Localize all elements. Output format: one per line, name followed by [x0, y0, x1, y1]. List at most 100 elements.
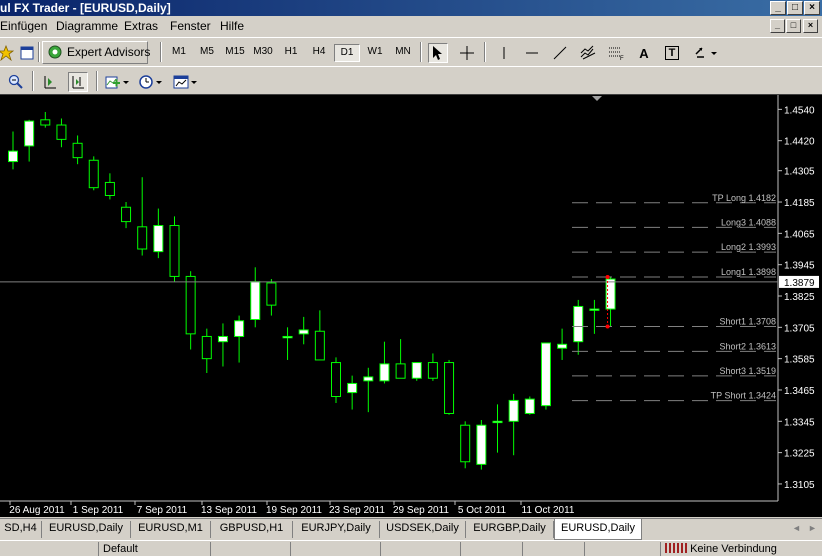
candle-body: [427, 362, 438, 379]
timeframe-m15-button[interactable]: M15: [222, 44, 248, 62]
window-title: ul FX Trader - [EURUSD,Daily]: [0, 1, 171, 15]
candlestick-chart[interactable]: 1.4540 1.4420 1.4305 1.4185 1.4065 1.3945 1.38…: [0, 95, 822, 517]
timeframe-m5-button[interactable]: M5: [194, 44, 220, 62]
entry-marker-dot: [605, 274, 610, 279]
vertical-line-icon[interactable]: [494, 43, 514, 63]
mdi-minimize-button[interactable]: _: [770, 19, 785, 33]
periods-dropdown-icon[interactable]: [138, 72, 166, 92]
candle-body: [121, 206, 132, 223]
time-tick-label: 1 Sep 2011: [73, 505, 124, 516]
candle-body: [56, 124, 67, 140]
candle-body: [266, 282, 277, 306]
candle-body: [298, 329, 309, 335]
candle-body: [104, 181, 115, 196]
timeframe-m30-button[interactable]: M30: [250, 44, 276, 62]
time-tick-label: 7 Sep 2011: [137, 505, 188, 516]
level-label: Short3 1.3519: [719, 366, 776, 376]
tab-usdsek-daily[interactable]: USDSEK,Daily: [380, 521, 466, 538]
time-tick-label: 26 Aug 2011: [9, 505, 65, 516]
title-bar: ul FX Trader - [EURUSD,Daily] _ □ ×: [0, 0, 822, 16]
auto-scroll-icon[interactable]: [68, 72, 88, 92]
candle-body: [185, 275, 196, 335]
chart-shift-icon[interactable]: [40, 72, 60, 92]
tab-gbpusd-h1[interactable]: GBPUSD,H1: [211, 521, 293, 538]
arrows-dropdown-icon[interactable]: [692, 43, 722, 63]
equidistant-channel-icon[interactable]: [578, 43, 598, 63]
zoom-out-icon[interactable]: [6, 72, 26, 92]
indicators-dropdown-icon[interactable]: [104, 72, 132, 92]
mdi-close-button[interactable]: ×: [803, 19, 818, 33]
menu-bar: Einfügen Diagramme Extras Fenster Hilfe …: [0, 16, 822, 36]
candle-body: [444, 362, 455, 414]
maximize-button[interactable]: □: [787, 1, 803, 15]
expert-advisors-icon: [46, 44, 64, 66]
menu-einfuegen[interactable]: Einfügen: [0, 19, 47, 33]
status-profile: Default: [98, 542, 210, 556]
fibonacci-icon[interactable]: F: [606, 43, 626, 63]
tab-scroll-left-icon[interactable]: ◄: [792, 523, 801, 533]
price-tick-label: 1.4540: [784, 105, 815, 116]
status-bar: Default Keine Verbindung: [0, 540, 822, 556]
candle-body: [573, 305, 584, 343]
tab-eurgbp-daily[interactable]: EURGBP,Daily: [466, 521, 554, 538]
tab-eurusd-m1[interactable]: EURUSD,M1: [131, 521, 211, 538]
timeframe-mn-button[interactable]: MN: [390, 44, 416, 62]
timeframe-d1-button[interactable]: D1: [334, 44, 360, 62]
tab-eurusd-daily[interactable]: EURUSD,Daily: [42, 521, 131, 538]
text-tool-icon[interactable]: A: [634, 43, 654, 63]
close-button[interactable]: ×: [804, 1, 820, 15]
favorites-icon[interactable]: [0, 43, 16, 63]
candle-body: [540, 342, 551, 407]
horizontal-line-icon[interactable]: [522, 43, 542, 63]
candle-body: [217, 335, 228, 343]
candle-body: [282, 335, 293, 339]
menu-extras[interactable]: Extras: [124, 19, 158, 33]
navigator-icon[interactable]: [17, 43, 37, 63]
tab-eurusd-daily-active[interactable]: EURUSD,Daily: [554, 519, 642, 540]
timeframe-m1-button[interactable]: M1: [166, 44, 192, 62]
toolbar-separator: [420, 42, 422, 62]
minimize-button[interactable]: _: [770, 1, 786, 15]
timeframe-h4-button[interactable]: H4: [306, 44, 332, 62]
timeframe-w1-button[interactable]: W1: [362, 44, 388, 62]
toolbar-separator: [484, 42, 486, 62]
tab-eurjpy-daily[interactable]: EURJPY,Daily: [293, 521, 380, 538]
connection-status-label: Keine Verbindung: [690, 543, 777, 555]
menu-diagramme[interactable]: Diagramme: [56, 19, 118, 33]
candle-body: [201, 335, 212, 360]
candle-body: [88, 159, 99, 189]
chart-tabs: SD,H4 EURUSD,Daily EURUSD,M1 GBPUSD,H1 E…: [0, 518, 822, 540]
menu-fenster[interactable]: Fenster: [170, 19, 211, 33]
entry-marker-dot: [605, 324, 610, 329]
status-cell-empty: [584, 542, 660, 556]
menu-hilfe[interactable]: Hilfe: [220, 19, 244, 33]
candle-body: [72, 142, 83, 159]
tab-scroll-right-icon[interactable]: ►: [808, 523, 817, 533]
tab-sd-h4[interactable]: SD,H4: [0, 521, 42, 538]
text-label-icon[interactable]: T: [662, 43, 682, 63]
time-tick-label: 23 Sep 2011: [329, 505, 385, 516]
templates-dropdown-icon[interactable]: [172, 72, 200, 92]
mdi-restore-button[interactable]: □: [786, 19, 801, 33]
candle-body: [492, 420, 503, 424]
candle-body: [476, 424, 487, 465]
trendline-icon[interactable]: [550, 43, 570, 63]
candle-body: [379, 363, 390, 382]
time-tick-label: 19 Sep 2011: [266, 505, 322, 516]
price-tick-label: 1.3705: [784, 323, 815, 334]
candle-body: [508, 399, 519, 422]
price-tick-label: 1.3225: [784, 449, 815, 460]
price-chart[interactable]: 1.4540 1.4420 1.4305 1.4185 1.4065 1.3945 1.38…: [0, 94, 822, 517]
candle-body: [24, 120, 35, 147]
status-connection: Keine Verbindung: [660, 542, 822, 556]
status-cell-empty: [210, 542, 290, 556]
cursor-icon[interactable]: [428, 43, 448, 63]
candle-body: [8, 150, 18, 163]
time-tick-label: 13 Sep 2011: [201, 505, 257, 516]
expert-advisors-button[interactable]: Expert Advisors: [42, 41, 150, 66]
crosshair-icon[interactable]: [457, 43, 477, 63]
toolbar-separator: [32, 71, 34, 91]
timeframe-h1-button[interactable]: H1: [278, 44, 304, 62]
price-tick-label: 1.3345: [784, 417, 815, 428]
candle-body: [557, 343, 568, 349]
